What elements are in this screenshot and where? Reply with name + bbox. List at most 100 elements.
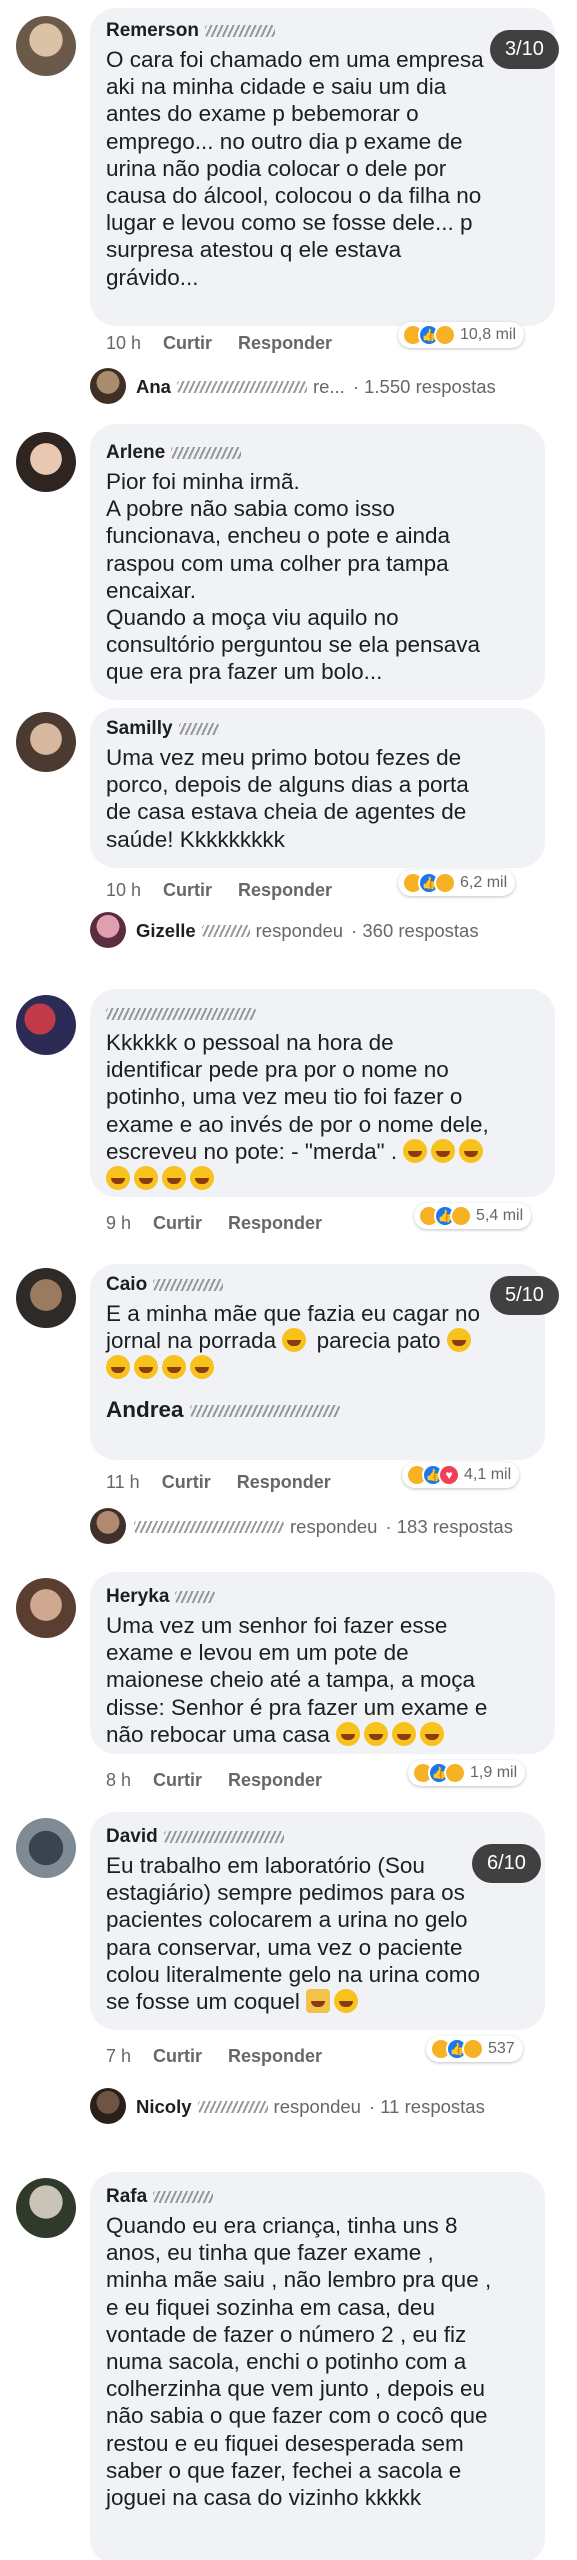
redaction-scribble bbox=[176, 381, 307, 393]
reply-avatar bbox=[90, 912, 126, 948]
avatar[interactable] bbox=[16, 712, 76, 772]
avatar[interactable] bbox=[16, 432, 76, 492]
comment-actions: 7 h Curtir Responder bbox=[106, 2046, 348, 2067]
like-button[interactable]: Curtir bbox=[163, 880, 212, 900]
reaction-summary[interactable]: 👍 5,4 mil bbox=[414, 1203, 532, 1229]
like-button[interactable]: Curtir bbox=[153, 1213, 202, 1233]
rofl-emoji bbox=[162, 1166, 186, 1191]
comment-text: Uma vez um senhor foi fazer esse exame e … bbox=[106, 1613, 488, 1747]
person-emoji bbox=[306, 1989, 331, 2014]
reaction-count: 10,8 mil bbox=[460, 326, 517, 343]
redaction-scribble bbox=[197, 2101, 268, 2113]
avatar[interactable] bbox=[16, 995, 76, 1055]
gallery-counter-badge: 5/10 bbox=[490, 1276, 559, 1315]
reaction-summary[interactable]: 👍 10,8 mil bbox=[398, 322, 525, 348]
comment-text: Kkkkkk o pessoal na hora de identificar p… bbox=[106, 1029, 489, 1192]
like-button[interactable]: Curtir bbox=[162, 1472, 211, 1492]
like-button[interactable]: Curtir bbox=[153, 2046, 202, 2066]
author-name[interactable]: Arlene bbox=[106, 442, 242, 464]
laughing-emoji bbox=[446, 1328, 471, 1353]
reply-avatar bbox=[90, 2088, 126, 2124]
redaction-scribble bbox=[171, 446, 242, 459]
rofl-emoji bbox=[431, 1138, 456, 1163]
reply-button[interactable]: Responder bbox=[228, 1770, 322, 1790]
rofl-emoji bbox=[282, 1328, 307, 1353]
laughing-emoji bbox=[420, 1721, 445, 1746]
reply-button[interactable]: Responder bbox=[238, 880, 332, 900]
author-name[interactable]: Remerson bbox=[106, 20, 275, 42]
comment-text: Uma vez meu primo botou fezes de porco, d… bbox=[106, 745, 469, 852]
redaction-scribble bbox=[153, 1278, 224, 1291]
author-name[interactable] bbox=[106, 1003, 256, 1025]
rofl-emoji bbox=[162, 1355, 186, 1380]
comment-samilly: Samilly Uma vez meu primo botou fezes de… bbox=[0, 700, 577, 985]
reaction-count: 4,1 mil bbox=[464, 1466, 512, 1483]
comment-redacted: Kkkkkk o pessoal na hora de identificar p… bbox=[0, 985, 577, 1260]
reply-button[interactable]: Responder bbox=[238, 333, 332, 353]
rofl-emoji bbox=[106, 1355, 130, 1380]
gallery-counter-badge: 3/10 bbox=[490, 30, 559, 69]
reaction-count: 537 bbox=[488, 2040, 515, 2057]
wow-icon bbox=[450, 1205, 472, 1227]
rofl-emoji bbox=[190, 1355, 214, 1380]
comment-actions: 8 h Curtir Responder bbox=[106, 1770, 348, 1791]
laughing-emoji bbox=[403, 1138, 428, 1163]
redaction-scribble bbox=[204, 24, 275, 37]
laughing-emoji bbox=[364, 1721, 389, 1746]
view-replies-link[interactable]: respondeu · 183 respostas bbox=[134, 1516, 513, 1538]
view-replies-link[interactable]: Ana re... · 1.550 respostas bbox=[136, 376, 496, 398]
reply-button[interactable]: Responder bbox=[228, 2046, 322, 2066]
reaction-summary[interactable]: 👍 1,9 mil bbox=[408, 1760, 526, 1786]
avatar[interactable] bbox=[16, 2178, 76, 2238]
comment-arlene: Arlene Pior foi minha irmã. A pobre não s… bbox=[0, 420, 577, 700]
author-name[interactable]: Heryka bbox=[106, 1586, 216, 1608]
view-replies-link[interactable]: Gizelle respondeu · 360 respostas bbox=[136, 920, 479, 942]
laughing-emoji bbox=[392, 1721, 417, 1746]
reply-button[interactable]: Responder bbox=[228, 1213, 322, 1233]
rofl-emoji bbox=[134, 1355, 158, 1380]
reaction-count: 1,9 mil bbox=[470, 1764, 518, 1781]
comment-text: Quando eu era criança, tinha uns 8 anos, … bbox=[106, 2213, 492, 2511]
rofl-emoji bbox=[106, 1166, 130, 1191]
timestamp: 10 h bbox=[106, 880, 142, 900]
timestamp: 9 h bbox=[106, 1213, 132, 1233]
reply-button[interactable]: Responder bbox=[237, 1472, 331, 1492]
like-button[interactable]: Curtir bbox=[163, 333, 212, 353]
author-name[interactable]: David bbox=[106, 1826, 284, 1848]
avatar[interactable] bbox=[16, 1818, 76, 1878]
wow-icon bbox=[462, 2038, 484, 2060]
timestamp: 11 h bbox=[106, 1472, 140, 1492]
comment-text: O cara foi chamado em uma empresa aki na … bbox=[106, 47, 484, 290]
author-name[interactable]: Samilly bbox=[106, 718, 219, 740]
gallery-counter-badge: 6/10 bbox=[472, 1844, 541, 1883]
reaction-summary[interactable]: 👍 ♥ 4,1 mil bbox=[402, 1462, 520, 1488]
avatar[interactable] bbox=[16, 16, 76, 76]
love-icon: ♥ bbox=[438, 1464, 460, 1486]
comment-caio: Caio E a minha mãe que fazia eu cagar no… bbox=[0, 1262, 577, 1562]
author-name[interactable]: Caio bbox=[106, 1274, 224, 1296]
comment-remerson: Remerson O cara foi chamado em uma empre… bbox=[0, 0, 577, 420]
redaction-scribble bbox=[201, 925, 250, 937]
redaction-scribble bbox=[163, 1830, 284, 1843]
avatar[interactable] bbox=[16, 1268, 76, 1328]
reply-avatar bbox=[90, 368, 126, 404]
reaction-summary[interactable]: 👍 537 bbox=[426, 2036, 523, 2062]
redaction-scribble bbox=[189, 1404, 340, 1417]
redaction-scribble bbox=[153, 2190, 214, 2203]
comment-text: Pior foi minha irmã. A pobre não sabia co… bbox=[106, 469, 481, 685]
comment-david: David Eu trabalho em laboratório (Sou est… bbox=[0, 1808, 577, 2168]
comment-text: Eu trabalho em laboratório (Sou estagiári… bbox=[106, 1853, 480, 2015]
like-button[interactable]: Curtir bbox=[153, 1770, 202, 1790]
reaction-count: 5,4 mil bbox=[476, 1207, 524, 1224]
wow-icon bbox=[434, 324, 456, 346]
laughing-emoji bbox=[336, 1721, 361, 1746]
avatar[interactable] bbox=[16, 1578, 76, 1638]
reaction-summary[interactable]: 👍 6,2 mil bbox=[398, 870, 516, 896]
wow-icon bbox=[444, 1762, 466, 1784]
rofl-emoji bbox=[134, 1166, 158, 1191]
author-name[interactable]: Rafa bbox=[106, 2186, 214, 2208]
comment-actions: 10 h Curtir Responder bbox=[106, 333, 358, 354]
redaction-scribble bbox=[178, 722, 219, 735]
view-replies-link[interactable]: Nicoly respondeu · 11 respostas bbox=[136, 2096, 485, 2118]
timestamp: 10 h bbox=[106, 333, 142, 353]
